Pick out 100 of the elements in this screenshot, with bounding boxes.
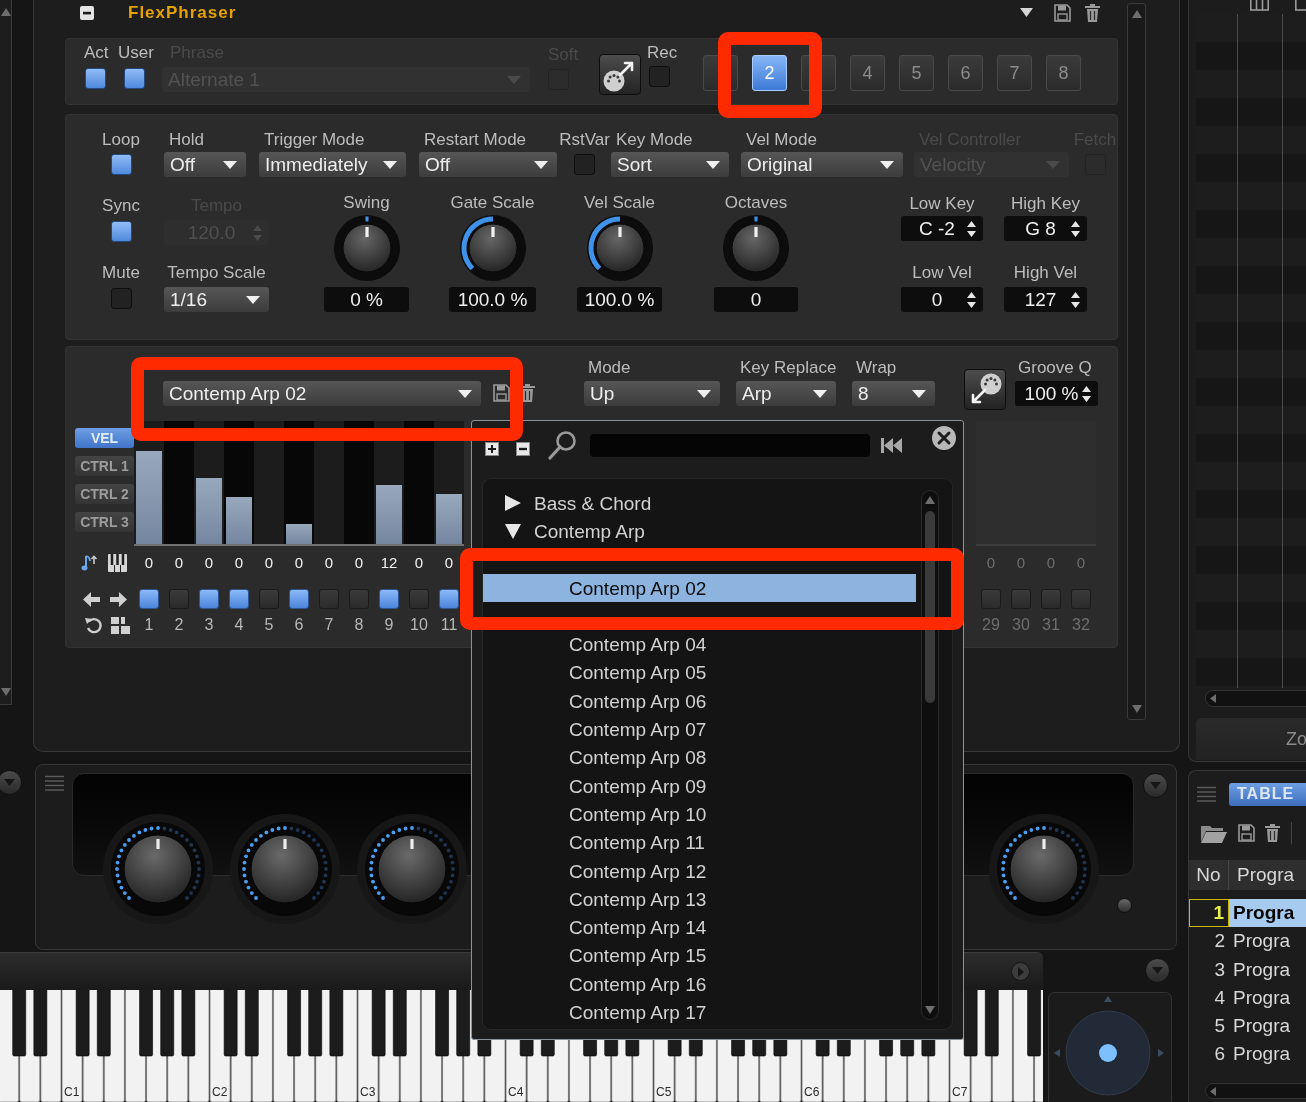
tree-item[interactable]: Contemp Arp 13	[483, 885, 916, 914]
knob-value[interactable]: 0 %	[324, 287, 409, 312]
dropdown[interactable]: Immediately	[259, 152, 406, 177]
tree-item[interactable]: Contemp Arp 08	[483, 743, 916, 772]
column-header[interactable]: Progra	[1229, 860, 1306, 890]
table-cell[interactable]: Progra	[1229, 927, 1306, 956]
checkbox[interactable]	[110, 221, 132, 242]
pattern-slot-button[interactable]: 6	[948, 55, 983, 91]
tree-item[interactable]: Contemp Arp 09	[483, 771, 916, 801]
tree-item[interactable]: Contemp Arp 14	[483, 913, 916, 942]
zoom-button[interactable]: Zo	[1196, 718, 1306, 760]
step-value[interactable]: 0	[354, 552, 364, 574]
knob-value[interactable]: 0	[714, 287, 798, 312]
triangle-down-icon[interactable]	[505, 523, 521, 540]
scrollbar[interactable]	[1127, 3, 1146, 720]
tree-item[interactable]: Contemp Arp 05	[483, 658, 916, 688]
dropdown[interactable]: 8	[852, 381, 935, 406]
lane-tab[interactable]: CTRL 3	[75, 512, 134, 532]
table-cell[interactable]: Progra	[1229, 983, 1306, 1013]
caret-icon[interactable]	[1020, 8, 1033, 17]
tree-item[interactable]: Contemp Arp 11	[483, 828, 916, 857]
scroll-thumb[interactable]	[925, 511, 935, 703]
knob-value[interactable]: 100.0 %	[449, 287, 536, 312]
tree-item[interactable]: Contemp Arp 06	[483, 687, 916, 716]
tree-item[interactable]: Contemp Arp	[483, 517, 916, 546]
save-icon[interactable]	[1238, 824, 1255, 842]
checkbox[interactable]	[649, 66, 670, 87]
midi-drag-button[interactable]	[964, 369, 1006, 410]
collapse-icon[interactable]	[80, 5, 94, 20]
knob[interactable]	[357, 814, 467, 924]
step-track[interactable]	[344, 421, 374, 546]
trash-icon[interactable]	[1085, 3, 1100, 22]
step-toggle[interactable]	[169, 589, 189, 609]
table-cell[interactable]: Progra	[1229, 955, 1306, 984]
round-dropdown-button[interactable]	[0, 770, 22, 795]
knob[interactable]	[103, 814, 213, 924]
step-value[interactable]: 12	[380, 552, 398, 574]
triangle-right-icon[interactable]	[505, 495, 521, 512]
scrollbar[interactable]	[0, 0, 12, 705]
save-icon[interactable]	[493, 384, 510, 402]
skip-back-icon[interactable]	[881, 437, 903, 453]
step-track[interactable]	[284, 421, 314, 546]
step-toggle[interactable]	[439, 589, 459, 609]
knob-value[interactable]: 100.0 %	[577, 287, 662, 312]
checkbox[interactable]	[110, 154, 132, 175]
table-cell[interactable]: Progra	[1229, 1040, 1306, 1069]
step-toggle[interactable]	[289, 589, 309, 609]
knob[interactable]	[989, 814, 1099, 924]
round-dropdown-button[interactable]	[1142, 773, 1168, 798]
step-toggle[interactable]	[349, 589, 369, 609]
value-field[interactable]: 100 %	[1015, 381, 1098, 406]
scroll-down-icon[interactable]	[0, 688, 11, 696]
table-cell[interactable]: Progra	[1229, 899, 1306, 928]
step-track[interactable]	[374, 421, 404, 546]
knob[interactable]	[723, 215, 789, 281]
menu-icon[interactable]	[45, 775, 64, 791]
dropdown[interactable]: Original	[741, 152, 903, 177]
step-track[interactable]	[194, 421, 224, 546]
knob[interactable]	[586, 215, 653, 281]
value-field[interactable]: C -2	[901, 216, 983, 241]
scroll-left-icon[interactable]	[1210, 694, 1216, 703]
step-toggle[interactable]	[229, 589, 249, 609]
pattern-dropdown[interactable]: Contemp Arp 02	[163, 381, 481, 406]
pattern-slot-button[interactable]: 8	[1046, 55, 1081, 91]
checkbox[interactable]	[124, 68, 145, 89]
step-toggle[interactable]	[319, 589, 339, 609]
step-value[interactable]: 0	[414, 552, 424, 574]
dropdown[interactable]: Off	[164, 152, 246, 177]
dropdown[interactable]: Up	[584, 381, 720, 406]
scroll-up-icon[interactable]	[925, 496, 935, 504]
menu-icon[interactable]	[1197, 786, 1216, 802]
folder-icon[interactable]	[1201, 823, 1227, 843]
tree-item[interactable]: Contemp Arp 10	[483, 800, 916, 829]
value-field[interactable]: 0	[901, 287, 983, 312]
step-toggle[interactable]	[199, 589, 219, 609]
pattern-slot-button[interactable]: 4	[850, 55, 885, 91]
step-track[interactable]	[434, 421, 464, 546]
step-value[interactable]: 0	[294, 552, 304, 574]
scrollbar[interactable]	[1205, 690, 1306, 707]
scrollbar[interactable]	[921, 490, 939, 1020]
step-toggle[interactable]	[409, 589, 429, 609]
step-track[interactable]	[254, 421, 284, 546]
pad-handle[interactable]	[1099, 1044, 1117, 1062]
tree-item[interactable]: Contemp Arp 07	[483, 715, 916, 744]
step-track[interactable]	[314, 421, 344, 546]
step-track[interactable]	[404, 421, 434, 546]
checkbox[interactable]	[574, 154, 595, 175]
piano-keys-icon[interactable]	[108, 554, 127, 572]
tree-item[interactable]: Contemp Arp 15	[483, 941, 916, 971]
step-value[interactable]: 0	[144, 552, 154, 574]
step-value[interactable]: 0	[324, 552, 334, 574]
column-header[interactable]: No	[1189, 860, 1229, 890]
note-arrows-icon[interactable]	[81, 554, 99, 572]
tree-item[interactable]: Contemp Arp 12	[483, 856, 916, 886]
pattern-slot-button[interactable]: 5	[899, 55, 934, 91]
pattern-slot-button[interactable]: 7	[997, 55, 1032, 91]
tree-item[interactable]: Contemp Arp 16	[483, 970, 916, 999]
arrow-right-icon[interactable]	[110, 591, 127, 607]
arrow-left-icon[interactable]	[83, 591, 100, 607]
dropdown[interactable]: Arp	[736, 381, 836, 406]
